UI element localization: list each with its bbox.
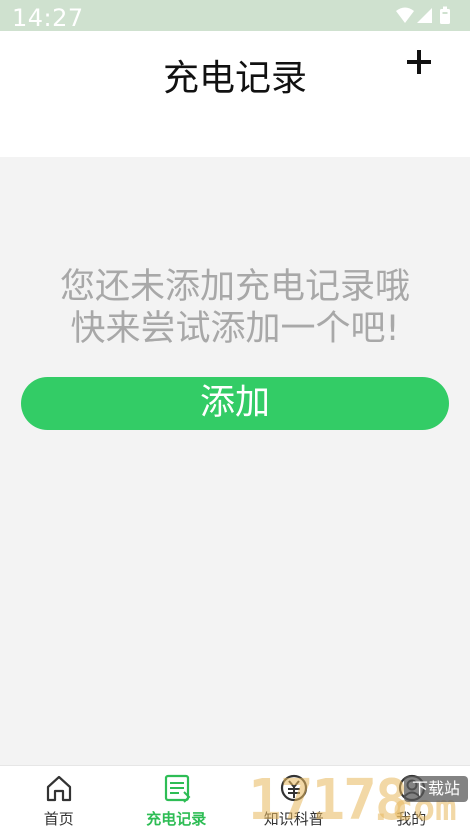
empty-state-message: 您还未添加充电记录哦 快来尝试添加一个吧! — [0, 266, 470, 350]
nav-item-charging-record[interactable]: 充电记录 — [118, 766, 236, 836]
status-time: 14:27 — [12, 4, 84, 32]
header: 充电记录 — [0, 31, 470, 157]
profile-icon — [398, 774, 425, 802]
charging-record-icon — [164, 774, 190, 803]
status-bar: 14:27 — [0, 0, 470, 32]
empty-state-line-2: 快来尝试添加一个吧! — [70, 309, 400, 349]
signal-icon — [417, 8, 432, 23]
nav-label-charging-record: 充电记录 — [146, 810, 207, 828]
add-button[interactable]: 添加 — [21, 377, 449, 430]
wifi-icon — [396, 7, 414, 23]
nav-item-knowledge[interactable]: 知识科普 — [235, 766, 353, 836]
empty-state-line-1: 您还未添加充电记录哦 — [59, 267, 410, 307]
nav-label-profile: 我的 — [396, 810, 427, 828]
home-icon — [46, 775, 72, 802]
page-title: 充电记录 — [162, 58, 307, 99]
nav-label-home: 首页 — [43, 810, 74, 828]
nav-item-profile[interactable]: 我的 — [353, 766, 470, 836]
status-icons — [396, 6, 456, 26]
nav-label-knowledge: 知识科普 — [263, 810, 324, 828]
nav-item-home[interactable]: 首页 — [0, 766, 118, 836]
bottom-nav: 首页 充电记录 知识科普 我的 — [0, 765, 470, 836]
knowledge-icon — [280, 774, 308, 802]
plus-icon[interactable] — [404, 47, 434, 77]
battery-icon — [440, 6, 450, 24]
